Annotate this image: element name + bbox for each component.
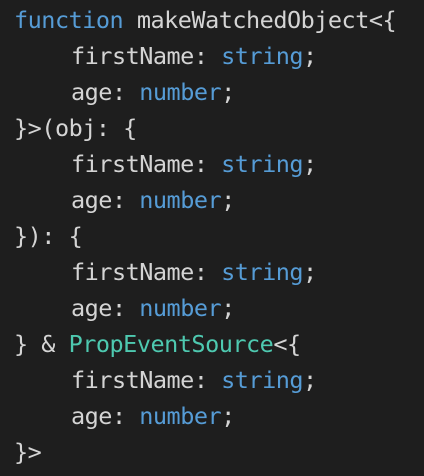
property-name: firstName: [71, 42, 222, 70]
punctuation: ; [221, 78, 235, 106]
function-name: makeWatchedObject<{ [123, 6, 397, 34]
punctuation: ; [303, 42, 317, 70]
code-line: }>(obj: { [14, 110, 424, 146]
type-name: string [221, 150, 304, 178]
code-line: firstName: string; [14, 146, 424, 182]
code-line: firstName: string; [14, 362, 424, 398]
code-line: }): { [14, 218, 424, 254]
property-name: age: [71, 78, 140, 106]
type-name: string [221, 258, 304, 286]
punctuation: ; [303, 150, 317, 178]
type-name: string [221, 366, 304, 394]
code-line: age: number; [14, 182, 424, 218]
punctuation: ; [303, 258, 317, 286]
type-name: number [139, 78, 222, 106]
punctuation: ; [221, 294, 235, 322]
property-name: firstName: [71, 258, 222, 286]
code-text: }): { [14, 222, 83, 250]
code-line: } & PropEventSource<{ [14, 326, 424, 362]
code-text: }> [14, 438, 42, 466]
class-name: PropEventSource [68, 330, 274, 358]
code-line: function makeWatchedObject<{ [14, 2, 424, 38]
property-name: firstName: [71, 150, 222, 178]
code-line: }> [14, 434, 424, 470]
code-line: firstName: string; [14, 38, 424, 74]
code-line: age: number; [14, 398, 424, 434]
punctuation: ; [221, 186, 235, 214]
property-name: firstName: [71, 366, 222, 394]
keyword: function [14, 6, 124, 34]
code-editor[interactable]: function makeWatchedObject<{ firstName: … [0, 0, 424, 476]
code-text: } & [14, 330, 69, 358]
property-name: age: [71, 294, 140, 322]
type-name: number [139, 186, 222, 214]
property-name: age: [71, 402, 140, 430]
type-name: number [139, 402, 222, 430]
type-name: string [221, 42, 304, 70]
code-text: <{ [273, 330, 301, 358]
code-line: age: number; [14, 74, 424, 110]
type-name: number [139, 294, 222, 322]
property-name: age: [71, 186, 140, 214]
code-text: }>(obj: { [14, 114, 137, 142]
code-line: age: number; [14, 290, 424, 326]
code-line: firstName: string; [14, 254, 424, 290]
punctuation: ; [303, 366, 317, 394]
punctuation: ; [221, 402, 235, 430]
